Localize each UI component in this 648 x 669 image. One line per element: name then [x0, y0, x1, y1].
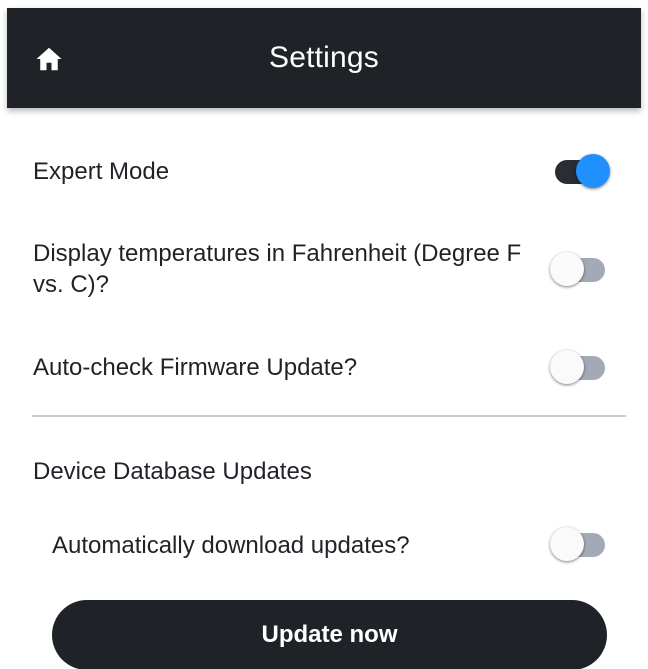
app-bar: Settings — [7, 8, 641, 108]
toggle-thumb — [576, 154, 610, 188]
settings-screen: Settings Expert Mode Display temperature… — [0, 0, 648, 669]
firmware-update-label: Auto-check Firmware Update? — [33, 354, 358, 381]
toggle-thumb — [550, 252, 584, 286]
fahrenheit-label: Display temperatures in Fahrenheit (Degr… — [33, 240, 522, 298]
section-divider — [32, 415, 626, 417]
status-strip — [0, 0, 648, 8]
fahrenheit-toggle[interactable] — [550, 250, 608, 290]
toggle-thumb — [550, 350, 584, 384]
firmware-update-toggle[interactable] — [550, 348, 608, 388]
auto-download-label: Automatically download updates? — [52, 532, 410, 559]
auto-download-toggle[interactable] — [550, 525, 608, 565]
update-now-button[interactable]: Update now — [52, 600, 607, 669]
expert-mode-label: Expert Mode — [33, 158, 170, 185]
expert-mode-toggle[interactable] — [550, 152, 610, 192]
toggle-thumb — [550, 527, 584, 561]
page-title: Settings — [269, 41, 379, 74]
database-section-title: Device Database Updates — [33, 458, 312, 485]
